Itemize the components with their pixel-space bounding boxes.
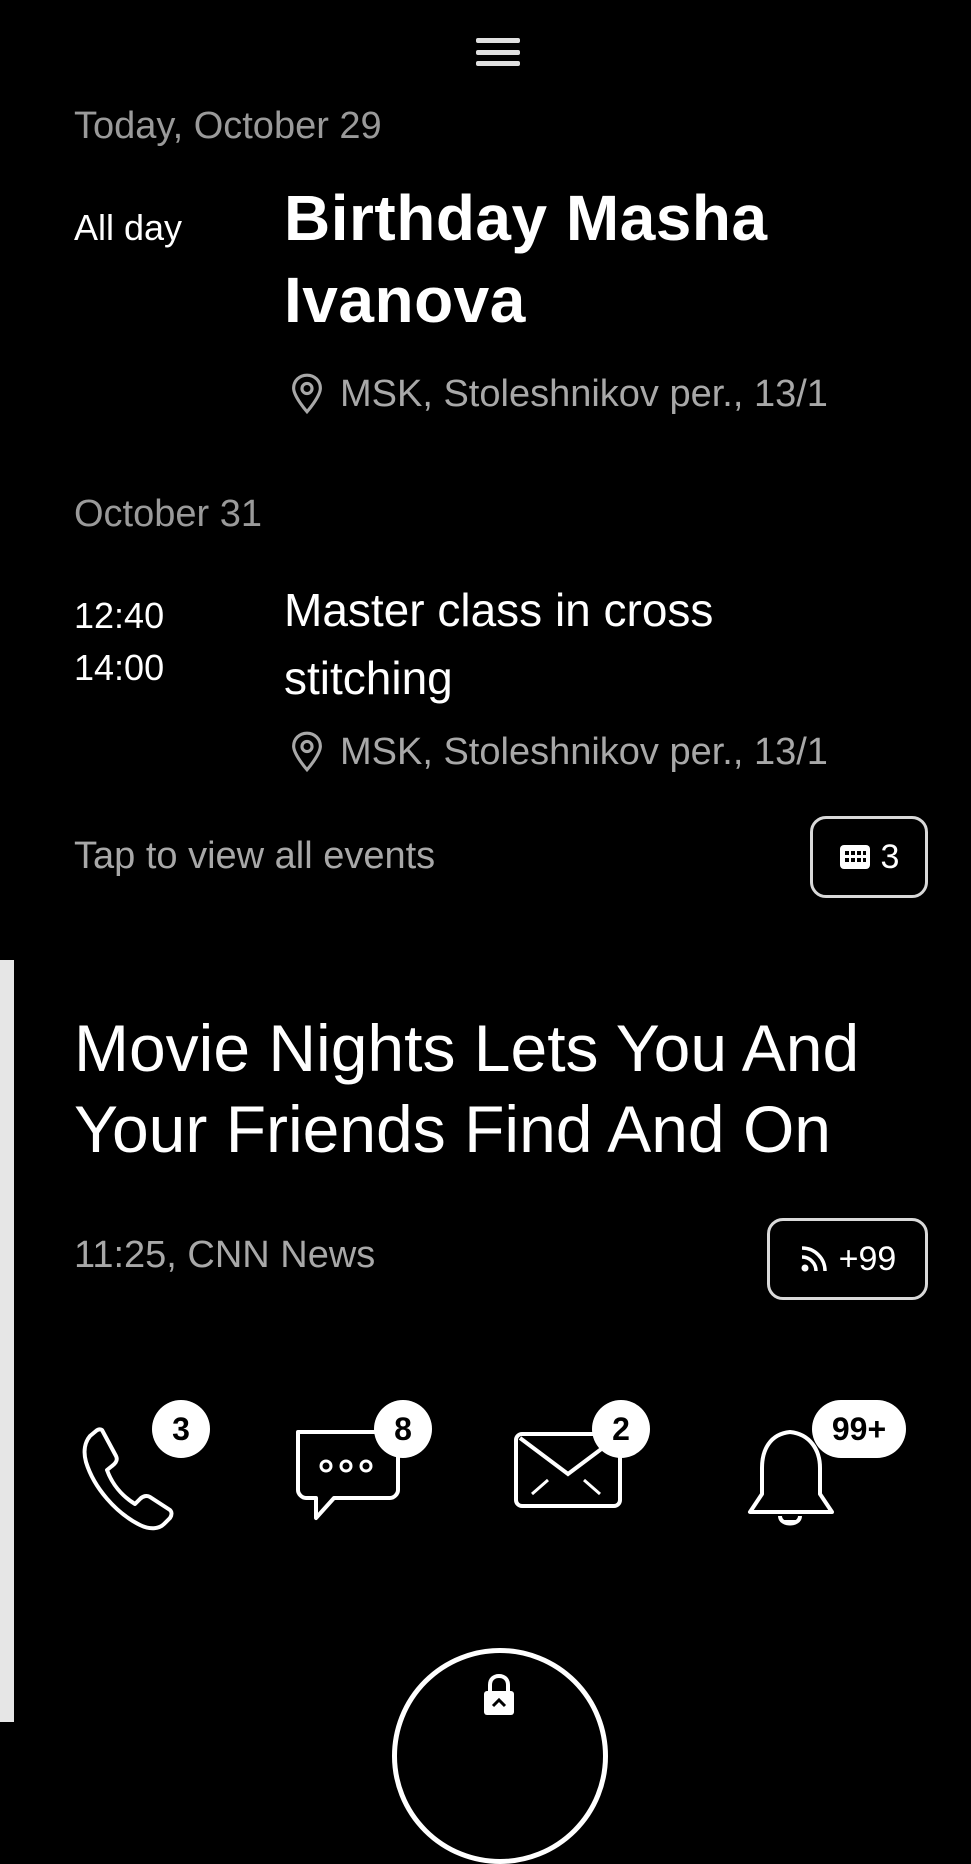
event-title-line1: Birthday Masha [284, 182, 768, 254]
news-headline[interactable]: Movie Nights Lets You And Your Friends F… [74, 1008, 954, 1169]
calls-badge: 3 [152, 1400, 210, 1458]
event-location-text: MSK, Stoleshnikov per., 13/1 [340, 372, 828, 415]
event-title-line2: stitching [284, 652, 453, 704]
calendar-icon [839, 845, 870, 869]
alerts-badge: 99+ [812, 1400, 906, 1458]
events-count-button[interactable]: 3 [810, 816, 928, 898]
location-pin-icon [292, 731, 322, 773]
menu-icon[interactable] [476, 38, 520, 66]
event-time: All day [74, 207, 183, 248]
date-header-second: October 31 [74, 493, 262, 535]
side-panel-edge [0, 960, 14, 1722]
event-location-text: MSK, Stoleshnikov per., 13/1 [340, 730, 828, 773]
location-pin-icon [292, 373, 322, 415]
lock-icon [484, 1673, 514, 1715]
events-count: 3 [880, 837, 900, 876]
mail-notification[interactable]: 2 [512, 1400, 662, 1550]
news-feed-button[interactable]: +99 [767, 1218, 928, 1300]
event-title-line2: Ivanova [284, 264, 526, 336]
event-end-time: 14:00 [74, 647, 165, 688]
messages-notification[interactable]: 8 [290, 1400, 440, 1550]
event-location: MSK, Stoleshnikov per., 13/1 [288, 730, 828, 774]
event-start-time: 12:40 [74, 595, 165, 636]
news-headline-line2: Your Friends Find And On [74, 1091, 832, 1166]
messages-badge: 8 [374, 1400, 432, 1458]
news-headline-line1: Movie Nights Lets You And [74, 1011, 860, 1085]
event-item[interactable]: 12:40 14:00 Master class in cross stitch… [0, 580, 971, 780]
event-title-line1: Master class in cross [284, 584, 714, 636]
date-header-today: Today, October 29 [74, 105, 382, 147]
event-location: MSK, Stoleshnikov per., 13/1 [288, 372, 828, 416]
news-feed-count: +99 [838, 1239, 897, 1278]
calls-notification[interactable]: 3 [80, 1400, 230, 1550]
unlock-button[interactable] [392, 1648, 608, 1864]
view-all-events-link[interactable]: Tap to view all events [74, 835, 435, 878]
mail-badge: 2 [592, 1400, 650, 1458]
news-meta: 11:25, CNN News [74, 1234, 376, 1276]
rss-icon [801, 1246, 827, 1272]
alerts-notification[interactable]: 99+ [740, 1400, 920, 1550]
event-item[interactable]: All day Birthday Masha Ivanova MSK, Stol… [0, 180, 971, 420]
